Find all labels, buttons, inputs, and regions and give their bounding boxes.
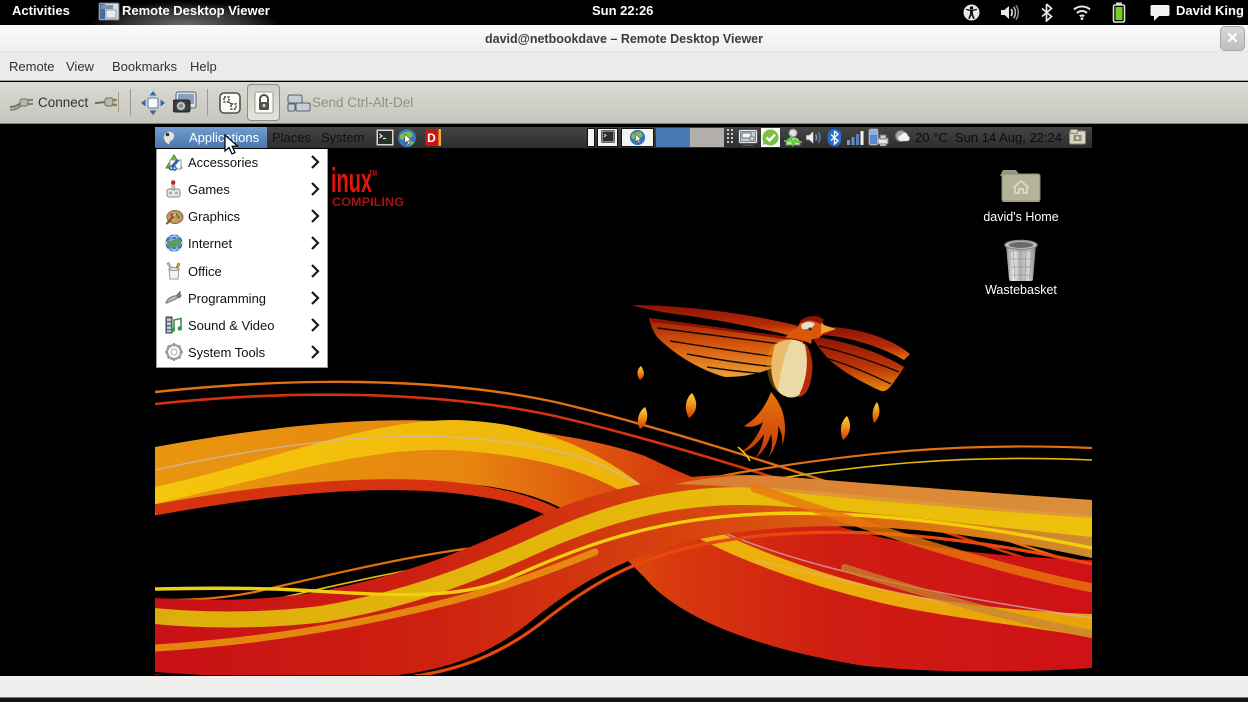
svg-text:COMPILING: COMPILING: [332, 195, 404, 209]
svg-text:D: D: [427, 131, 436, 145]
svg-text:TM: TM: [369, 169, 377, 178]
